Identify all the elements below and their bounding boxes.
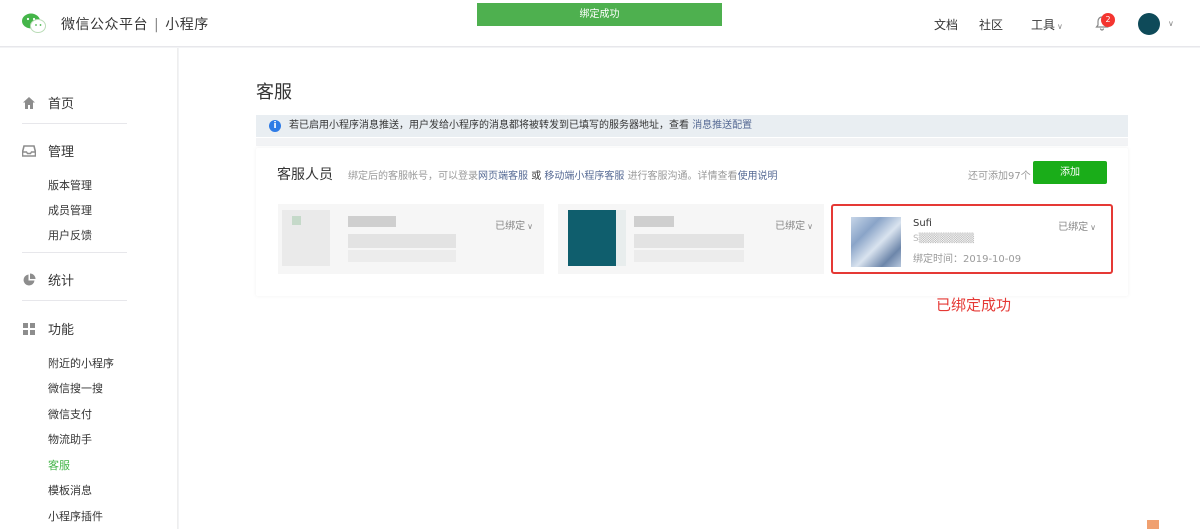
bind-status-dropdown[interactable]: 已绑定 ∨ <box>495 217 533 232</box>
status-label: 已绑定 <box>1058 222 1089 233</box>
notice-bar: i 若已启用小程序消息推送，用户发给小程序的消息都将被转发到已填写的服务器地址，… <box>256 115 1128 137</box>
avatar[interactable] <box>1138 13 1160 35</box>
success-annotation: 已绑定成功 <box>936 296 1012 314</box>
success-toast: 绑定成功 <box>477 3 722 26</box>
avatar <box>282 210 330 266</box>
avatar <box>568 210 616 266</box>
home-icon <box>23 96 35 109</box>
cs-card[interactable]: 已绑定 ∨ <box>558 204 824 274</box>
panel-gap <box>256 138 1128 146</box>
blurred-time <box>348 250 456 262</box>
remaining-quota: 还可添加97个 <box>968 171 1031 182</box>
bind-time: 绑定时间：2019-10-09 <box>913 254 1022 265</box>
chevron-down-icon: ∨ <box>1057 22 1063 31</box>
sidebar-section-stats[interactable]: 统计 <box>22 270 74 289</box>
cs-card-highlighted[interactable]: Sufi S▒▒▒▒▒▒▒▒ 绑定时间：2019-10-09 已绑定 ∨ <box>831 204 1113 274</box>
sidebar-section-label: 统计 <box>48 274 75 289</box>
bind-status-dropdown[interactable]: 已绑定 ∨ <box>775 217 813 232</box>
pie-chart-icon <box>23 273 36 285</box>
chevron-down-icon[interactable]: ∨ <box>1168 19 1174 28</box>
sidebar-item-version[interactable]: 版本管理 <box>48 177 92 193</box>
sidebar-section-manage[interactable]: 管理 <box>22 141 74 160</box>
cs-card[interactable]: 已绑定 ∨ <box>278 204 544 274</box>
corner-widget-icon <box>1147 520 1159 529</box>
chevron-down-icon: ∨ <box>527 222 533 231</box>
chevron-down-icon: ∨ <box>807 222 813 231</box>
top-bar: 微信公众平台 | 小程序 绑定成功 文档 社区 工具 ∨ 2 ∨ <box>0 0 1200 47</box>
brand-name: 微信公众平台 <box>61 17 148 33</box>
sidebar-divider <box>22 252 127 253</box>
cs-account: S▒▒▒▒▒▒▒▒ <box>913 234 975 244</box>
mobile-cs-link[interactable]: 移动端小程序客服 <box>544 171 624 182</box>
sidebar-divider <box>22 300 127 301</box>
info-icon: i <box>269 120 281 132</box>
desc-text: 进行客服沟通。详情查看 <box>627 171 738 182</box>
blurred-name <box>634 216 674 227</box>
blurred-time <box>634 250 744 262</box>
notification-badge: 2 <box>1101 13 1115 27</box>
sidebar-item-plugins[interactable]: 小程序插件 <box>48 508 103 524</box>
brand-title[interactable]: 微信公众平台 | 小程序 <box>61 14 209 34</box>
inbox-icon <box>22 144 36 157</box>
panel-description: 绑定后的客服帐号，可以登录网页端客服 或 移动端小程序客服 进行客服沟通。详情查… <box>348 167 778 182</box>
sidebar-item-customer-service[interactable]: 客服 <box>48 457 70 473</box>
blurred-edge <box>616 210 626 266</box>
status-label: 已绑定 <box>495 221 526 232</box>
nav-tools-menu[interactable]: 工具 ∨ <box>1031 16 1063 33</box>
blurred-pixel <box>292 216 301 225</box>
chevron-down-icon: ∨ <box>1090 223 1096 232</box>
cs-staff-panel: 客服人员 绑定后的客服帐号，可以登录网页端客服 或 移动端小程序客服 进行客服沟… <box>256 148 1128 296</box>
sidebar-section-label: 管理 <box>48 145 75 160</box>
desc-text: 绑定后的客服帐号，可以登录 <box>348 171 478 182</box>
nav-docs-link[interactable]: 文档 <box>934 16 958 33</box>
sidebar-item-home[interactable]: 首页 <box>22 93 74 112</box>
add-button[interactable]: 添加 <box>1033 161 1107 184</box>
sidebar-section-features[interactable]: 功能 <box>22 319 74 338</box>
nav-community-link[interactable]: 社区 <box>979 16 1003 33</box>
sidebar-item-feedback[interactable]: 用户反馈 <box>48 227 92 243</box>
push-config-link[interactable]: 消息推送配置 <box>692 120 752 131</box>
cs-name: Sufi <box>913 218 932 229</box>
sidebar-section-label: 功能 <box>48 323 75 338</box>
instructions-link[interactable]: 使用说明 <box>738 171 778 182</box>
sidebar-item-template-msg[interactable]: 模板消息 <box>48 482 92 498</box>
desc-text: 或 <box>531 171 542 182</box>
sidebar-item-pay[interactable]: 微信支付 <box>48 406 92 422</box>
status-label: 已绑定 <box>775 221 806 232</box>
blurred-id <box>348 234 456 248</box>
sidebar-item-search[interactable]: 微信搜一搜 <box>48 380 103 396</box>
blurred-id <box>634 234 744 248</box>
grid-icon <box>23 322 35 335</box>
web-cs-link[interactable]: 网页端客服 <box>478 171 528 182</box>
wechat-logo-icon <box>22 13 46 33</box>
notice-text: 若已启用小程序消息推送，用户发给小程序的消息都将被转发到已填写的服务器地址，查看 <box>289 120 689 131</box>
bind-status-dropdown[interactable]: 已绑定 ∨ <box>1058 218 1096 233</box>
blurred-name <box>348 216 396 227</box>
panel-title: 客服人员 <box>277 167 333 183</box>
brand-product: 小程序 <box>165 17 209 33</box>
sidebar-item-logistics[interactable]: 物流助手 <box>48 431 92 447</box>
sidebar-item-nearby[interactable]: 附近的小程序 <box>48 355 114 371</box>
brand-separator: | <box>154 17 160 33</box>
sidebar-item-label: 首页 <box>48 97 75 112</box>
sidebar-divider <box>22 123 127 124</box>
nav-tools-label: 工具 <box>1031 18 1056 32</box>
avatar <box>851 217 901 267</box>
page-title: 客服 <box>256 82 292 103</box>
sidebar-item-members[interactable]: 成员管理 <box>48 202 92 218</box>
